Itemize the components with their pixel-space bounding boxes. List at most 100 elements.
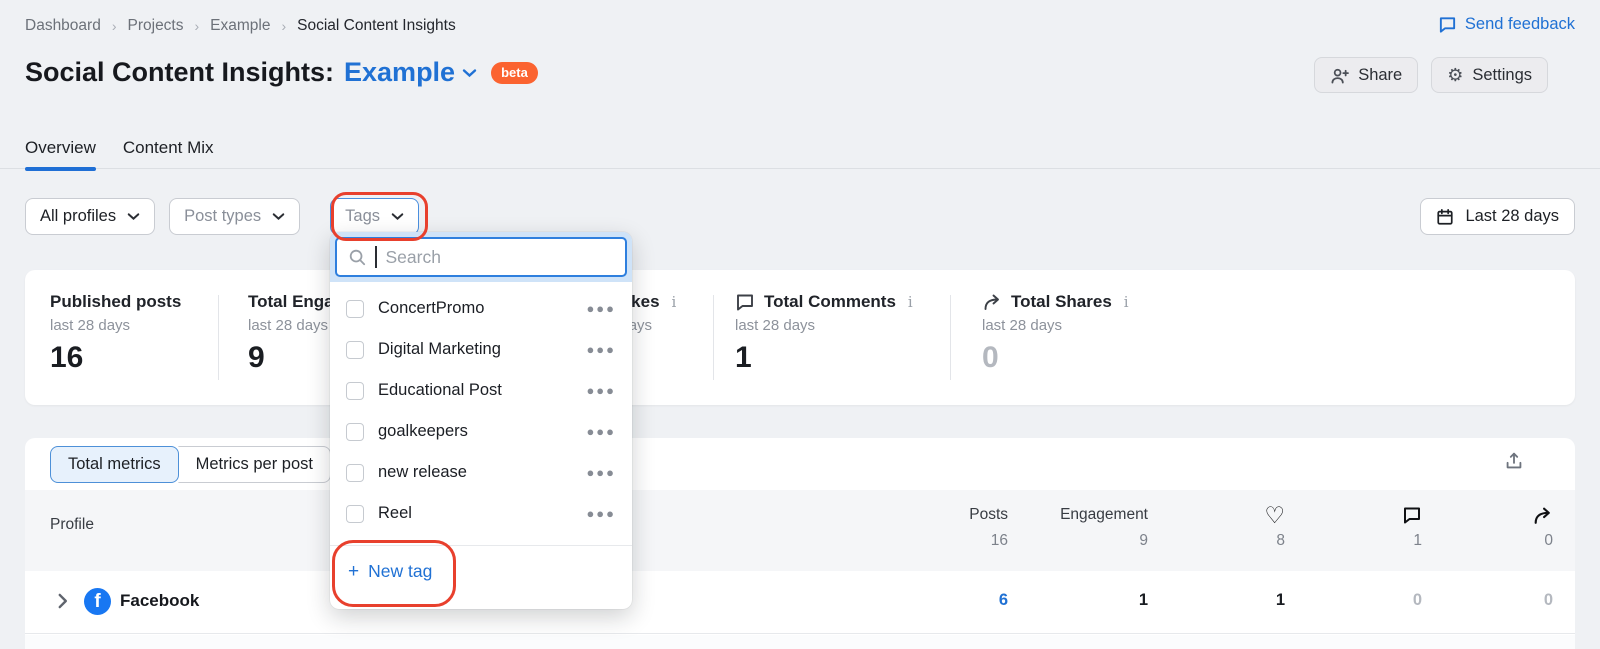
- page-title: Social Content Insights:: [25, 57, 335, 87]
- breadcrumb-current: Social Content Insights: [297, 17, 456, 34]
- comment-bubble-icon: [735, 292, 755, 312]
- checkbox[interactable]: [346, 422, 364, 441]
- tag-item-educational-post[interactable]: Educational Post ●●●: [330, 370, 632, 411]
- stat-total-comments: Total Comments i last 28 days 1: [735, 292, 913, 375]
- beta-badge: beta: [491, 61, 538, 84]
- gear-icon: ⚙: [1447, 65, 1464, 85]
- send-feedback-link[interactable]: Send feedback: [1438, 15, 1575, 34]
- stat-period: last 28 days: [982, 317, 1063, 334]
- all-profiles-dropdown[interactable]: All profiles: [25, 198, 156, 235]
- cell-shares: 0: [1543, 591, 1553, 609]
- more-options-icon[interactable]: ●●●: [586, 301, 616, 316]
- comment-bubble-icon: [1402, 505, 1422, 525]
- stat-label: Published posts: [50, 292, 182, 311]
- stat-label: Total Comments i: [735, 292, 913, 312]
- toggle-total-metrics[interactable]: Total metrics: [50, 446, 179, 483]
- tab-content-mix[interactable]: Content Mix: [123, 138, 214, 171]
- next-table-row-partial: [25, 635, 1575, 649]
- breadcrumb-separator-icon: ›: [194, 18, 200, 34]
- project-selector[interactable]: Example: [344, 57, 477, 88]
- tag-item-concertpromo[interactable]: ConcertPromo ●●●: [330, 288, 632, 329]
- search-focus-ring: Search: [330, 232, 632, 282]
- tag-item-digital-marketing[interactable]: Digital Marketing ●●●: [330, 329, 632, 370]
- tag-item-goalkeepers[interactable]: goalkeepers ●●●: [330, 411, 632, 452]
- chevron-down-icon: [272, 212, 285, 221]
- checkbox[interactable]: [346, 463, 364, 482]
- share-button-label: Share: [1358, 65, 1403, 84]
- checkbox[interactable]: [346, 381, 364, 400]
- more-options-icon[interactable]: ●●●: [586, 383, 616, 398]
- shares-column-total: 0: [1544, 532, 1553, 549]
- more-options-icon[interactable]: ●●●: [586, 506, 616, 521]
- breadcrumb: Dashboard › Projects › Example › Social …: [25, 17, 456, 35]
- filter-row: All profiles Post types Tags: [25, 198, 420, 235]
- project-name: Example: [344, 57, 456, 87]
- cell-engagement: 1: [1138, 591, 1148, 609]
- cell-likes: 1: [1275, 591, 1285, 609]
- table-row-facebook[interactable]: f Facebook 6 1 1 0 0: [25, 571, 1575, 634]
- post-types-label: Post types: [184, 207, 262, 225]
- info-icon[interactable]: i: [1124, 293, 1129, 311]
- breadcrumb-projects[interactable]: Projects: [128, 17, 184, 35]
- checkbox[interactable]: [346, 299, 364, 318]
- checkbox[interactable]: [346, 340, 364, 359]
- info-icon[interactable]: i: [908, 293, 913, 311]
- tag-label: ConcertPromo: [378, 299, 485, 317]
- tag-label: Educational Post: [378, 381, 502, 399]
- search-icon: [348, 248, 366, 266]
- settings-button-label: Settings: [1472, 65, 1532, 84]
- new-tag-label: New tag: [368, 561, 433, 581]
- table-header-row: Profile Posts 16 Engagement 9 ♡ 8 1 0: [25, 490, 1575, 571]
- more-options-icon[interactable]: ●●●: [586, 342, 616, 357]
- stat-divider: [218, 295, 219, 380]
- facebook-icon: f: [84, 588, 111, 615]
- cell-posts[interactable]: 6: [999, 591, 1008, 610]
- more-options-icon[interactable]: ●●●: [586, 465, 616, 480]
- tags-search-input[interactable]: Search: [335, 237, 627, 277]
- profiles-table-card: Total metrics Metrics per post Profile P…: [25, 438, 1575, 649]
- plus-icon: +: [348, 561, 360, 582]
- heart-icon: ♡: [1264, 501, 1285, 528]
- engagement-column-label: Engagement: [1060, 506, 1148, 523]
- chevron-down-icon: [391, 212, 404, 221]
- stat-total-shares: Total Shares i last 28 days 0: [982, 292, 1129, 375]
- share-button[interactable]: Share: [1314, 57, 1419, 93]
- tag-label: goalkeepers: [378, 422, 468, 440]
- send-feedback-label: Send feedback: [1464, 15, 1575, 33]
- stat-divider: [950, 295, 951, 380]
- breadcrumb-dashboard[interactable]: Dashboard: [25, 17, 101, 35]
- settings-button[interactable]: ⚙ Settings: [1431, 57, 1548, 93]
- tags-label: Tags: [345, 207, 381, 225]
- column-engagement: Engagement 9: [1060, 503, 1148, 550]
- column-posts: Posts 16: [969, 503, 1008, 550]
- stat-value: 0: [982, 341, 999, 374]
- stats-summary-card: Published posts last 28 days 16 Total En…: [25, 270, 1575, 405]
- info-icon[interactable]: i: [672, 293, 677, 311]
- breadcrumb-example[interactable]: Example: [210, 17, 270, 35]
- stat-period: last 28 days: [735, 317, 816, 334]
- share-arrow-icon: [982, 292, 1002, 312]
- metrics-view-toggle: Total metrics Metrics per post: [50, 446, 331, 483]
- feedback-bubble-icon: [1438, 15, 1457, 34]
- post-types-dropdown[interactable]: Post types: [169, 198, 301, 235]
- tags-dropdown-button[interactable]: Tags: [330, 198, 420, 235]
- stat-published-posts: Published posts last 28 days 16: [50, 292, 181, 375]
- column-comments: 1: [1402, 503, 1422, 550]
- tag-item-new-release[interactable]: new release ●●●: [330, 452, 632, 493]
- toggle-metrics-per-post[interactable]: Metrics per post: [177, 446, 331, 483]
- tag-item-reel[interactable]: Reel ●●●: [330, 493, 632, 534]
- stat-label-text: Total Shares: [1011, 292, 1112, 311]
- more-options-icon[interactable]: ●●●: [586, 424, 616, 439]
- stat-value: 16: [50, 341, 84, 374]
- tag-label: Reel: [378, 504, 412, 522]
- breadcrumb-separator-icon: ›: [111, 18, 117, 34]
- checkbox[interactable]: [346, 504, 364, 523]
- new-tag-button[interactable]: + New tag: [330, 546, 632, 597]
- export-button[interactable]: [1503, 450, 1525, 472]
- expand-chevron-icon[interactable]: [57, 592, 68, 610]
- tags-dropdown-panel: Search ConcertPromo ●●● Digital Marketin…: [330, 232, 632, 609]
- tab-overview[interactable]: Overview: [25, 138, 96, 171]
- tag-list: ConcertPromo ●●● Digital Marketing ●●● E…: [330, 288, 632, 534]
- date-range-button[interactable]: Last 28 days: [1420, 198, 1575, 235]
- stat-label-text: Total Comments: [764, 292, 896, 311]
